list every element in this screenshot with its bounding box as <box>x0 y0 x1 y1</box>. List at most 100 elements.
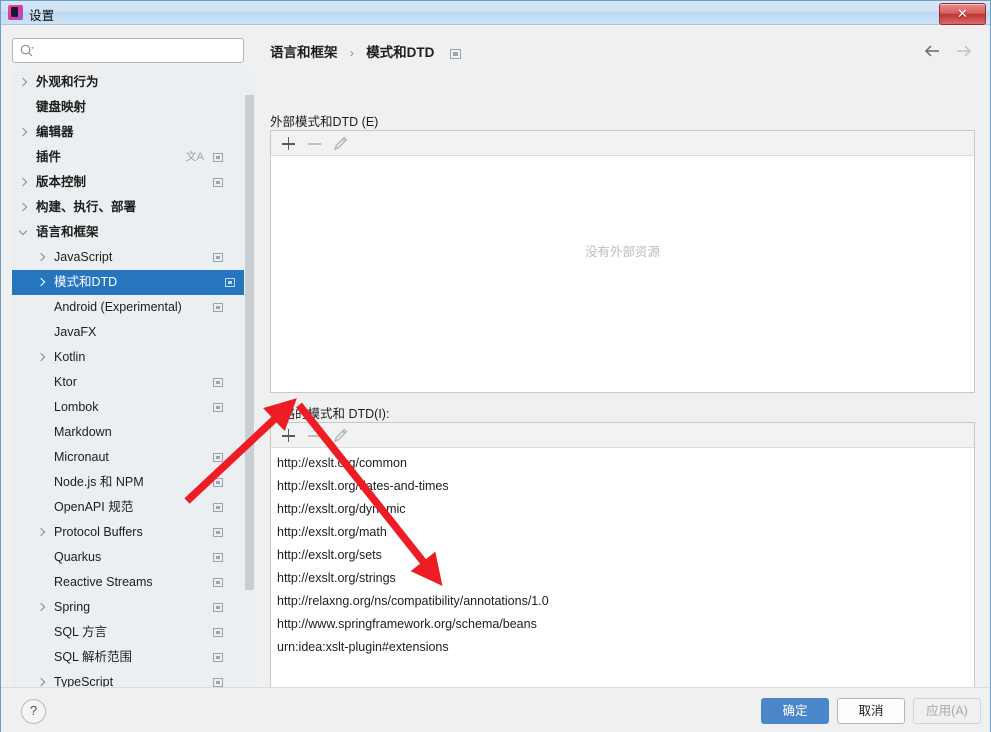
sidebar-item-label: 语言和框架 <box>36 225 99 239</box>
add-ignored-button[interactable] <box>279 426 298 445</box>
close-button[interactable]: ✕ <box>939 3 986 25</box>
sidebar-item-7[interactable]: JavaScript <box>12 245 232 270</box>
ignored-url-list: http://exslt.org/common http://exslt.org/… <box>271 448 974 687</box>
sidebar-scrollbar-thumb[interactable] <box>245 95 254 590</box>
ignored-url-item[interactable]: http://relaxng.org/ns/compatibility/anno… <box>271 590 974 613</box>
sidebar-item-18[interactable]: Protocol Buffers <box>12 520 232 545</box>
ignored-url-item[interactable]: http://www.springframework.org/schema/be… <box>271 613 974 636</box>
scope-indicator-icon <box>213 653 223 662</box>
chevron-right-icon[interactable] <box>36 252 46 262</box>
scope-indicator-icon <box>213 178 223 187</box>
help-button[interactable]: ? <box>21 699 46 724</box>
sidebar-item-5[interactable]: 构建、执行、部署 <box>12 195 232 220</box>
dialog-body: 外观和行为 键盘映射 编辑器 插件 文A 版本控制 构建、执行、部署 语言和框架 JavaScr… <box>1 25 990 732</box>
add-external-button[interactable] <box>279 134 298 153</box>
sidebar-item-0[interactable]: 外观和行为 <box>12 70 232 95</box>
sidebar-item-20[interactable]: Reactive Streams <box>12 570 232 595</box>
settings-dialog-window: 设置 ✕ 外观和行为 键盘映射 编辑器 插件 文A 版本控制 构建、执行、部署 语言和框架 Ja… <box>0 0 991 732</box>
chevron-right-icon[interactable] <box>36 352 46 362</box>
sidebar-item-2[interactable]: 编辑器 <box>12 120 232 145</box>
sidebar-item-23[interactable]: SQL 解析范围 <box>12 645 232 670</box>
settings-sidebar: 外观和行为键盘映射编辑器插件 文A 版本控制构建、执行、部署 语言和框架 JavaScr… <box>1 25 260 700</box>
sidebar-item-3[interactable]: 插件 文A <box>12 145 232 170</box>
sidebar-item-6[interactable]: 语言和框架 <box>12 220 232 245</box>
ignored-schemas-label: 忽略的模式和 DTD(I): <box>270 407 390 421</box>
sidebar-item-1[interactable]: 键盘映射 <box>12 95 232 120</box>
scope-indicator-icon <box>213 403 223 412</box>
settings-tree: 外观和行为键盘映射编辑器插件 文A 版本控制构建、执行、部署 语言和框架 JavaScr… <box>12 70 244 695</box>
ignored-url-item[interactable]: urn:idea:xslt-plugin#extensions <box>271 636 974 659</box>
apply-button: 应用(A) <box>913 698 981 724</box>
sidebar-item-label: 编辑器 <box>36 125 74 139</box>
arrow-left-icon[interactable] <box>922 41 944 61</box>
remove-ignored-button <box>305 426 324 445</box>
search-input[interactable] <box>41 39 243 64</box>
ignored-url-item[interactable]: http://exslt.org/strings <box>271 567 974 590</box>
chevron-right-icon[interactable] <box>36 527 46 537</box>
chevron-right-icon[interactable] <box>18 177 28 187</box>
sidebar-item-21[interactable]: Spring <box>12 595 232 620</box>
sidebar-item-4[interactable]: 版本控制 <box>12 170 232 195</box>
translate-icon: 文A <box>185 151 204 163</box>
arrow-right-icon <box>957 45 972 57</box>
remove-external-button <box>305 134 324 153</box>
sidebar-item-label: 模式和DTD <box>54 275 118 289</box>
ignored-schemas-toolbar <box>271 423 974 448</box>
ignored-url-item[interactable]: http://exslt.org/common <box>271 452 974 475</box>
intellij-idea-icon <box>8 5 23 20</box>
breadcrumb-parent[interactable]: 语言和框架 <box>270 45 338 60</box>
scope-indicator-icon <box>213 678 223 687</box>
scope-indicator-icon <box>213 453 223 462</box>
cancel-button[interactable]: 取消 <box>837 698 905 724</box>
sidebar-item-14[interactable]: Markdown <box>12 420 232 445</box>
ignored-url-item[interactable]: http://exslt.org/math <box>271 521 974 544</box>
ignored-url-item[interactable]: http://exslt.org/dates-and-times <box>271 475 974 498</box>
sidebar-item-8[interactable]: 模式和DTD <box>12 270 244 295</box>
chevron-down-icon[interactable] <box>18 226 28 236</box>
sidebar-scrollbar[interactable] <box>244 70 255 700</box>
sidebar-item-label: JavaScript <box>54 250 113 264</box>
sidebar-item-label: Android (Experimental) <box>54 300 182 314</box>
chevron-right-icon[interactable] <box>18 77 28 87</box>
sidebar-item-12[interactable]: Ktor <box>12 370 232 395</box>
sidebar-item-label: Markdown <box>54 425 112 439</box>
scope-indicator-icon <box>213 553 223 562</box>
sidebar-item-17[interactable]: OpenAPI 规范 <box>12 495 232 520</box>
scope-indicator-icon <box>213 153 223 162</box>
scope-indicator-icon <box>213 503 223 512</box>
settings-tree-scroll-area: 外观和行为键盘映射编辑器插件 文A 版本控制构建、执行、部署 语言和框架 JavaScr… <box>12 70 244 700</box>
window-title: 设置 <box>29 9 55 23</box>
sidebar-item-15[interactable]: Micronaut <box>12 445 232 470</box>
search-box[interactable] <box>12 38 244 64</box>
sidebar-item-label: OpenAPI 规范 <box>54 500 134 514</box>
ignored-schemas-panel: http://exslt.org/common http://exslt.org/… <box>270 422 975 688</box>
chevron-right-icon[interactable] <box>18 202 28 212</box>
sidebar-item-label: Reactive Streams <box>54 575 153 589</box>
title-bar: 设置 ✕ <box>1 1 990 25</box>
sidebar-item-22[interactable]: SQL 方言 <box>12 620 232 645</box>
ok-button[interactable]: 确定 <box>761 698 829 724</box>
sidebar-item-label: 构建、执行、部署 <box>36 200 137 214</box>
sidebar-item-16[interactable]: Node.js 和 NPM <box>12 470 232 495</box>
sidebar-item-9[interactable]: Android (Experimental) <box>12 295 232 320</box>
scope-indicator-icon <box>213 378 223 387</box>
sidebar-item-11[interactable]: Kotlin <box>12 345 232 370</box>
sidebar-item-label: Micronaut <box>54 450 109 464</box>
sidebar-item-13[interactable]: Lombok <box>12 395 232 420</box>
chevron-right-icon[interactable] <box>36 277 46 287</box>
chevron-right-icon[interactable] <box>36 677 46 687</box>
sidebar-item-10[interactable]: JavaFX <box>12 320 232 345</box>
scope-indicator-icon <box>213 603 223 612</box>
project-scope-icon[interactable] <box>449 48 461 59</box>
ignored-url-item[interactable]: http://exslt.org/sets <box>271 544 974 567</box>
sidebar-item-label: Spring <box>54 600 91 614</box>
ignored-url-item[interactable]: http://exslt.org/dynamic <box>271 498 974 521</box>
chevron-right-icon[interactable] <box>18 127 28 137</box>
external-schemas-label: 外部模式和DTD (E) <box>270 115 379 129</box>
sidebar-item-19[interactable]: Quarkus <box>12 545 232 570</box>
scope-indicator-icon <box>225 278 235 287</box>
sidebar-item-label: 外观和行为 <box>36 75 99 89</box>
scope-indicator-icon <box>213 303 223 312</box>
breadcrumb-separator: › <box>349 46 354 60</box>
chevron-right-icon[interactable] <box>36 602 46 612</box>
